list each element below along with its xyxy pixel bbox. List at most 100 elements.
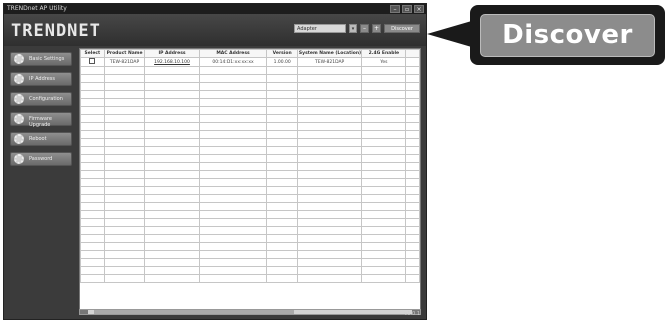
empty-cell bbox=[198, 138, 268, 147]
scrollbar-thumb[interactable] bbox=[94, 310, 294, 314]
empty-cell bbox=[80, 146, 105, 155]
table-row bbox=[80, 210, 420, 219]
sidebar-item-firmware-upgrade[interactable]: Firmware Upgrade bbox=[10, 112, 72, 128]
checkbox-icon[interactable] bbox=[89, 58, 96, 64]
empty-cell bbox=[80, 130, 105, 139]
sidebar-item-basic-settings[interactable]: Basic Settings bbox=[10, 52, 72, 66]
empty-cell bbox=[198, 114, 268, 123]
empty-cell bbox=[80, 114, 105, 123]
empty-cell bbox=[144, 226, 200, 235]
empty-cell bbox=[405, 138, 420, 147]
table-row bbox=[80, 218, 420, 227]
empty-cell bbox=[405, 82, 420, 91]
discover-button[interactable]: Discover bbox=[384, 24, 420, 33]
plus-button[interactable]: + bbox=[372, 24, 381, 33]
empty-cell bbox=[296, 218, 363, 227]
empty-cell bbox=[80, 186, 105, 195]
mac-address-cell: 00:14:D1:xx:xx:xx bbox=[198, 57, 268, 67]
table-row bbox=[80, 98, 420, 107]
empty-cell bbox=[405, 186, 420, 195]
empty-cell bbox=[144, 266, 200, 275]
empty-cell bbox=[144, 242, 200, 251]
empty-cell bbox=[266, 98, 298, 107]
toolbar: Adapter ▾ – + Discover bbox=[294, 24, 420, 33]
empty-cell bbox=[266, 178, 298, 187]
empty-cell bbox=[405, 106, 420, 115]
product-name-cell: TEW-821DAP bbox=[103, 57, 146, 67]
minus-button[interactable]: – bbox=[360, 24, 369, 33]
empty-cell bbox=[103, 82, 146, 91]
empty-cell bbox=[80, 122, 105, 131]
empty-cell bbox=[296, 146, 363, 155]
empty-cell bbox=[405, 178, 420, 187]
horizontal-scrollbar[interactable] bbox=[79, 309, 421, 315]
empty-cell bbox=[103, 146, 146, 155]
minimize-button[interactable]: – bbox=[390, 5, 400, 13]
column-header[interactable]: System Name (Location) bbox=[296, 49, 363, 58]
trendnet-logo: TRENDNET bbox=[11, 21, 101, 41]
empty-cell bbox=[80, 194, 105, 203]
adapter-select[interactable]: Adapter bbox=[294, 24, 346, 33]
sidebar-item-configuration[interactable]: Configuration bbox=[10, 92, 72, 106]
empty-cell bbox=[296, 122, 363, 131]
empty-cell bbox=[405, 98, 420, 107]
column-header[interactable]: 2.4G Enable bbox=[361, 49, 407, 58]
empty-cell bbox=[144, 106, 200, 115]
table-row bbox=[80, 234, 420, 243]
sidebar-item-ip-address[interactable]: IP Address bbox=[10, 72, 72, 86]
table-row bbox=[80, 250, 420, 259]
empty-cell bbox=[266, 202, 298, 211]
empty-cell bbox=[296, 98, 363, 107]
empty-cell bbox=[80, 258, 105, 267]
empty-cell bbox=[361, 178, 407, 187]
empty-cell bbox=[405, 122, 420, 131]
select-cell[interactable] bbox=[80, 57, 105, 67]
empty-cell bbox=[198, 258, 268, 267]
empty-cell bbox=[80, 154, 105, 163]
empty-cell bbox=[144, 98, 200, 107]
empty-cell bbox=[361, 258, 407, 267]
empty-cell bbox=[405, 162, 420, 171]
column-header[interactable]: Product Name bbox=[103, 49, 146, 58]
table-row bbox=[80, 202, 420, 211]
empty-cell bbox=[266, 66, 298, 75]
empty-cell bbox=[266, 234, 298, 243]
maximize-button[interactable]: ▫ bbox=[402, 5, 412, 13]
column-header[interactable]: MAC Address bbox=[198, 49, 268, 58]
empty-cell bbox=[405, 226, 420, 235]
empty-cell bbox=[266, 226, 298, 235]
column-header[interactable]: Select bbox=[80, 49, 105, 58]
scroll-left-icon[interactable] bbox=[80, 310, 88, 314]
close-button[interactable]: × bbox=[414, 5, 424, 13]
empty-cell bbox=[266, 162, 298, 171]
empty-cell bbox=[144, 146, 200, 155]
empty-cell bbox=[80, 234, 105, 243]
empty-cell bbox=[103, 178, 146, 187]
sidebar-item-password[interactable]: Password bbox=[10, 152, 72, 166]
column-header[interactable]: IP Address bbox=[144, 49, 200, 58]
app-window: TRENDnet AP Utility – ▫ × TRENDNET Adapt… bbox=[3, 3, 427, 320]
empty-cell bbox=[405, 266, 420, 275]
empty-cell bbox=[361, 138, 407, 147]
empty-cell bbox=[361, 274, 407, 283]
empty-cell bbox=[144, 66, 200, 75]
empty-cell bbox=[266, 138, 298, 147]
ip-address-link[interactable]: 192.168.10.100 bbox=[144, 57, 200, 67]
column-header[interactable]: Version bbox=[266, 49, 298, 58]
empty-cell bbox=[296, 186, 363, 195]
table-row bbox=[80, 242, 420, 251]
empty-cell bbox=[296, 210, 363, 219]
empty-cell bbox=[198, 162, 268, 171]
empty-cell bbox=[405, 202, 420, 211]
table-row[interactable]: TEW-821DAP 192.168.10.100 00:14:D1:xx:xx… bbox=[80, 57, 420, 67]
empty-cell bbox=[144, 74, 200, 83]
empty-cell bbox=[296, 138, 363, 147]
empty-cell bbox=[80, 266, 105, 275]
sidebar-item-reboot[interactable]: Reboot bbox=[10, 132, 72, 146]
sidebar-item-label: Basic Settings bbox=[29, 56, 65, 62]
chevron-down-icon[interactable]: ▾ bbox=[349, 24, 357, 33]
table-row bbox=[80, 154, 420, 163]
column-header[interactable] bbox=[405, 49, 420, 58]
empty-cell bbox=[144, 250, 200, 259]
table-row bbox=[80, 170, 420, 179]
